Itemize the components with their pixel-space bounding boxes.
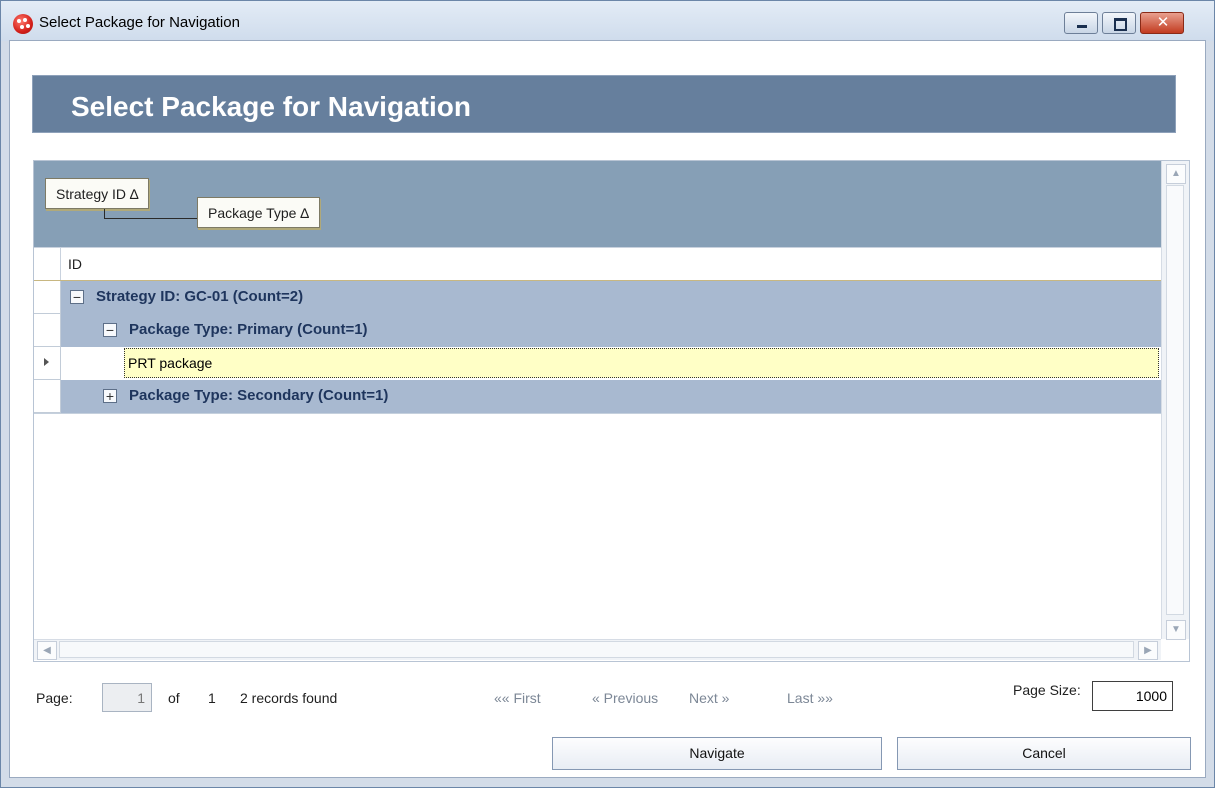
group-row-strategy[interactable]: − Strategy ID: GC-01 (Count=2) (34, 281, 1161, 315)
next-page-link[interactable]: Next » (689, 690, 729, 706)
group-connector-line (104, 209, 199, 219)
collapse-icon[interactable]: − (70, 290, 84, 304)
row-selector[interactable] (34, 314, 61, 347)
of-label: of (168, 690, 180, 706)
group-by-package-type[interactable]: Package Type ∆ (197, 197, 320, 228)
group-row-primary[interactable]: − Package Type: Primary (Count=1) (34, 314, 1161, 348)
page-size-input[interactable] (1092, 681, 1173, 711)
close-button[interactable]: ✕ (1140, 12, 1184, 34)
page-number-input[interactable] (102, 683, 152, 712)
vertical-scroll-thumb[interactable] (1166, 185, 1184, 615)
horizontal-scroll-track[interactable] (59, 641, 1134, 658)
group-by-strategy-id[interactable]: Strategy ID ∆ (45, 178, 150, 209)
row-selector-header (34, 248, 61, 280)
minimize-icon (1077, 25, 1087, 28)
scroll-left-icon[interactable]: ◀ (37, 641, 57, 660)
group-label: Strategy ID: GC-01 (Count=2) (96, 288, 304, 305)
id-cell-value: PRT package (128, 355, 213, 371)
row-selector[interactable] (34, 281, 61, 314)
collapse-icon[interactable]: − (103, 323, 117, 337)
maximize-button[interactable] (1102, 12, 1136, 34)
id-cell[interactable]: PRT package (124, 348, 1159, 378)
group-row-secondary[interactable]: + Package Type: Secondary (Count=1) (34, 380, 1161, 414)
vertical-scrollbar[interactable]: ▲ ▼ (1161, 161, 1189, 640)
scroll-down-icon[interactable]: ▼ (1166, 620, 1186, 640)
page-size-label: Page Size: (1013, 682, 1081, 698)
row-selector[interactable] (34, 347, 61, 380)
expand-icon[interactable]: + (103, 389, 117, 403)
records-found: 2 records found (240, 690, 338, 706)
cancel-button[interactable]: Cancel (897, 737, 1191, 770)
scroll-up-icon[interactable]: ▲ (1166, 164, 1186, 184)
maximize-icon (1114, 18, 1127, 31)
horizontal-scrollbar[interactable]: ◀ ▶ (34, 639, 1161, 660)
group-label: Package Type: Primary (Count=1) (129, 321, 368, 338)
current-row-arrow-icon (44, 358, 49, 366)
last-page-link[interactable]: Last »» (787, 690, 833, 706)
scroll-right-icon[interactable]: ▶ (1138, 641, 1158, 660)
header-band: Select Package for Navigation (32, 75, 1176, 133)
column-header-id[interactable]: ID (68, 256, 82, 272)
app-logo-icon (13, 14, 33, 34)
close-icon: ✕ (1156, 14, 1170, 31)
page-label: Page: (36, 690, 73, 706)
table-row[interactable]: PRT package (34, 347, 1161, 380)
page-title: Select Package for Navigation (71, 91, 471, 122)
group-label: Package Type: Secondary (Count=1) (129, 387, 389, 404)
minimize-button[interactable] (1064, 12, 1098, 34)
previous-page-link[interactable]: « Previous (592, 690, 658, 706)
total-pages: 1 (208, 690, 216, 706)
row-selector[interactable] (34, 380, 61, 413)
first-page-link[interactable]: «« First (494, 690, 541, 706)
window-title: Select Package for Navigation (39, 14, 240, 31)
column-header-row: ID (34, 247, 1161, 282)
group-by-area: Strategy ID ∆ Package Type ∆ (34, 161, 1161, 247)
navigate-button[interactable]: Navigate (552, 737, 882, 770)
title-bar[interactable]: Select Package for Navigation ✕ (1, 1, 1214, 41)
package-grid: Strategy ID ∆ Package Type ∆ ID − Strate… (33, 160, 1190, 662)
